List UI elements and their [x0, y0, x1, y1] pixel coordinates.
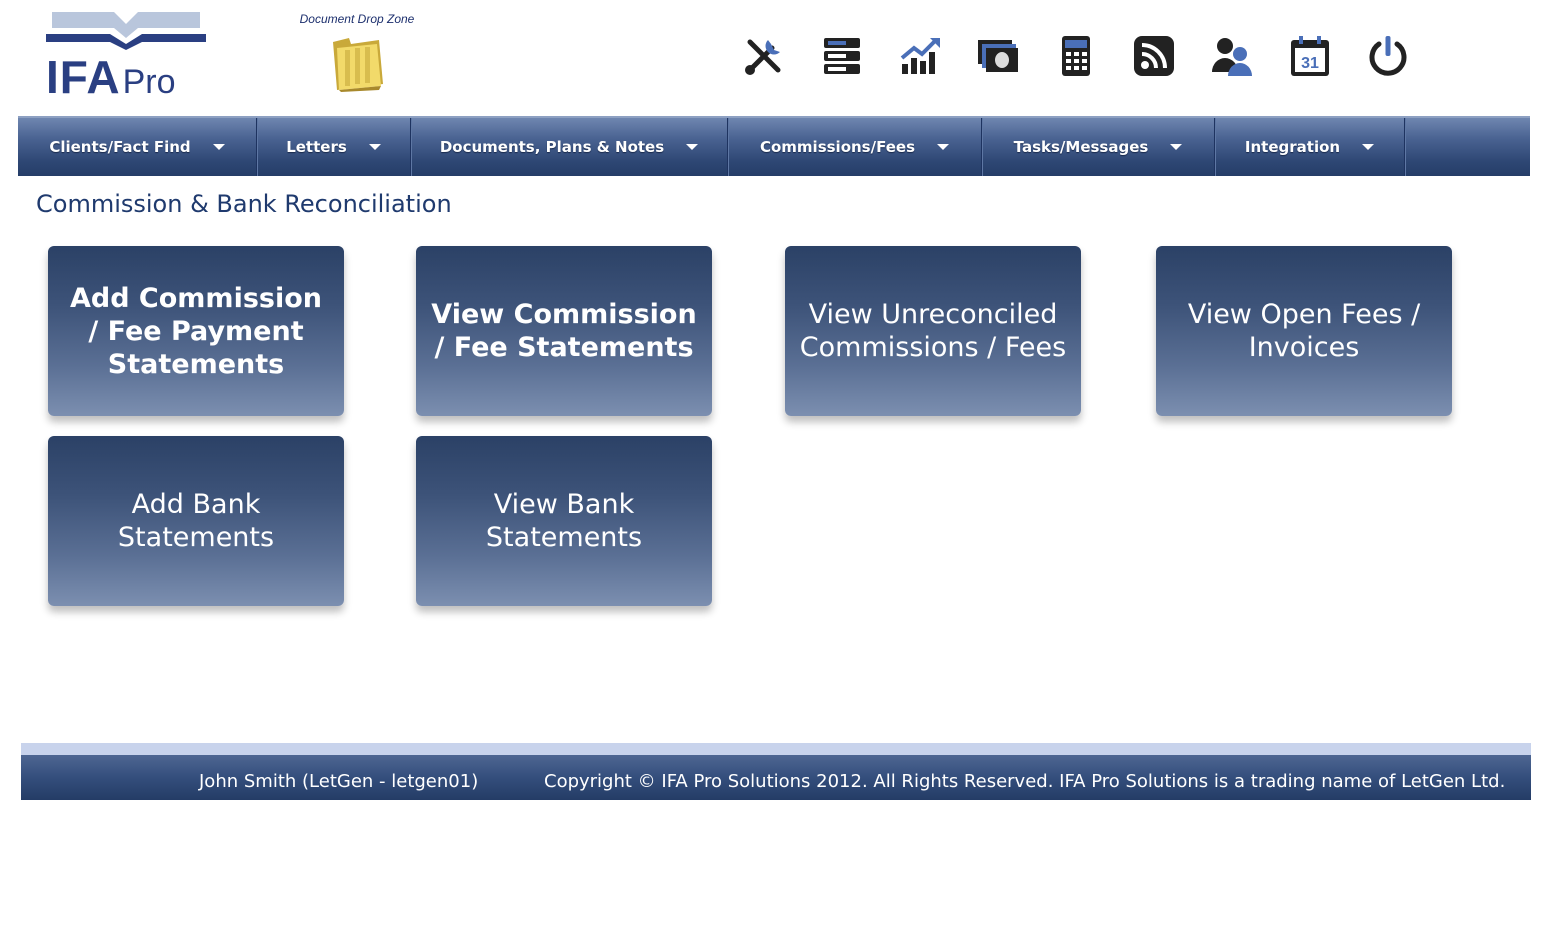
tools-icon[interactable]: [738, 30, 790, 82]
nav-label: Integration: [1244, 138, 1341, 156]
nav-integration[interactable]: Integration: [1215, 118, 1405, 176]
chevron-down-icon: [686, 144, 699, 150]
money-icon[interactable]: [972, 30, 1024, 82]
nav-tasks-messages[interactable]: Tasks/Messages: [982, 118, 1215, 176]
toolbar: 31: [738, 30, 1440, 82]
folder-icon: [333, 38, 383, 92]
nav-label: Tasks/Messages: [1013, 138, 1149, 156]
add-commission-statements-tile[interactable]: Add Commission / Fee Payment Statements: [48, 246, 344, 416]
view-commission-statements-tile[interactable]: View Commission / Fee Statements: [416, 246, 712, 416]
logo-text-ifa: IFA: [46, 51, 121, 103]
nav-letters[interactable]: Letters: [257, 118, 411, 176]
server-icon[interactable]: [816, 30, 868, 82]
nav-documents-plans-notes[interactable]: Documents, Plans & Notes: [411, 118, 728, 176]
add-bank-statements-tile[interactable]: Add Bank Statements: [48, 436, 344, 606]
chevron-down-icon: [937, 144, 950, 150]
document-drop-zone[interactable]: Document Drop Zone: [286, 12, 428, 98]
chart-icon[interactable]: [894, 30, 946, 82]
chevron-down-icon: [1362, 144, 1375, 150]
view-open-fees-tile[interactable]: View Open Fees / Invoices: [1156, 246, 1452, 416]
nav-label: Letters: [286, 138, 347, 156]
calculator-icon[interactable]: [1050, 30, 1102, 82]
ifa-pro-logo[interactable]: IFA Pro: [44, 10, 209, 103]
chevron-down-icon: [1170, 144, 1183, 150]
drop-zone-label: Document Drop Zone: [299, 12, 415, 26]
footer-copyright: Copyright © IFA Pro Solutions 2012. All …: [544, 771, 1506, 792]
book-logo-icon: [46, 12, 206, 50]
nav-clients-fact-find[interactable]: Clients/Fact Find: [18, 118, 257, 176]
view-bank-statements-tile[interactable]: View Bank Statements: [416, 436, 712, 606]
nav-label: Clients/Fact Find: [49, 138, 191, 156]
calendar-icon[interactable]: 31: [1284, 30, 1336, 82]
chevron-down-icon: [212, 144, 225, 150]
logo-text-pro: Pro: [122, 63, 176, 101]
footer: John Smith (LetGen - letgen01) Copyright…: [21, 755, 1531, 800]
calendar-day-label: 31: [1301, 55, 1319, 72]
rss-icon[interactable]: [1128, 30, 1180, 82]
page-title: Commission & Bank Reconciliation: [36, 190, 452, 218]
nav-label: Commissions/Fees: [759, 138, 916, 156]
nav-commissions-fees[interactable]: Commissions/Fees: [728, 118, 982, 176]
chevron-down-icon: [368, 144, 381, 150]
main-nav: Clients/Fact Find Letters Documents, Pla…: [18, 116, 1530, 176]
view-unreconciled-tile[interactable]: View Unreconciled Commissions / Fees: [785, 246, 1081, 416]
users-icon[interactable]: [1206, 30, 1258, 82]
nav-label: Documents, Plans & Notes: [439, 138, 665, 156]
footer-divider: [21, 743, 1531, 755]
power-icon[interactable]: [1362, 30, 1414, 82]
footer-user: John Smith (LetGen - letgen01): [199, 771, 479, 792]
